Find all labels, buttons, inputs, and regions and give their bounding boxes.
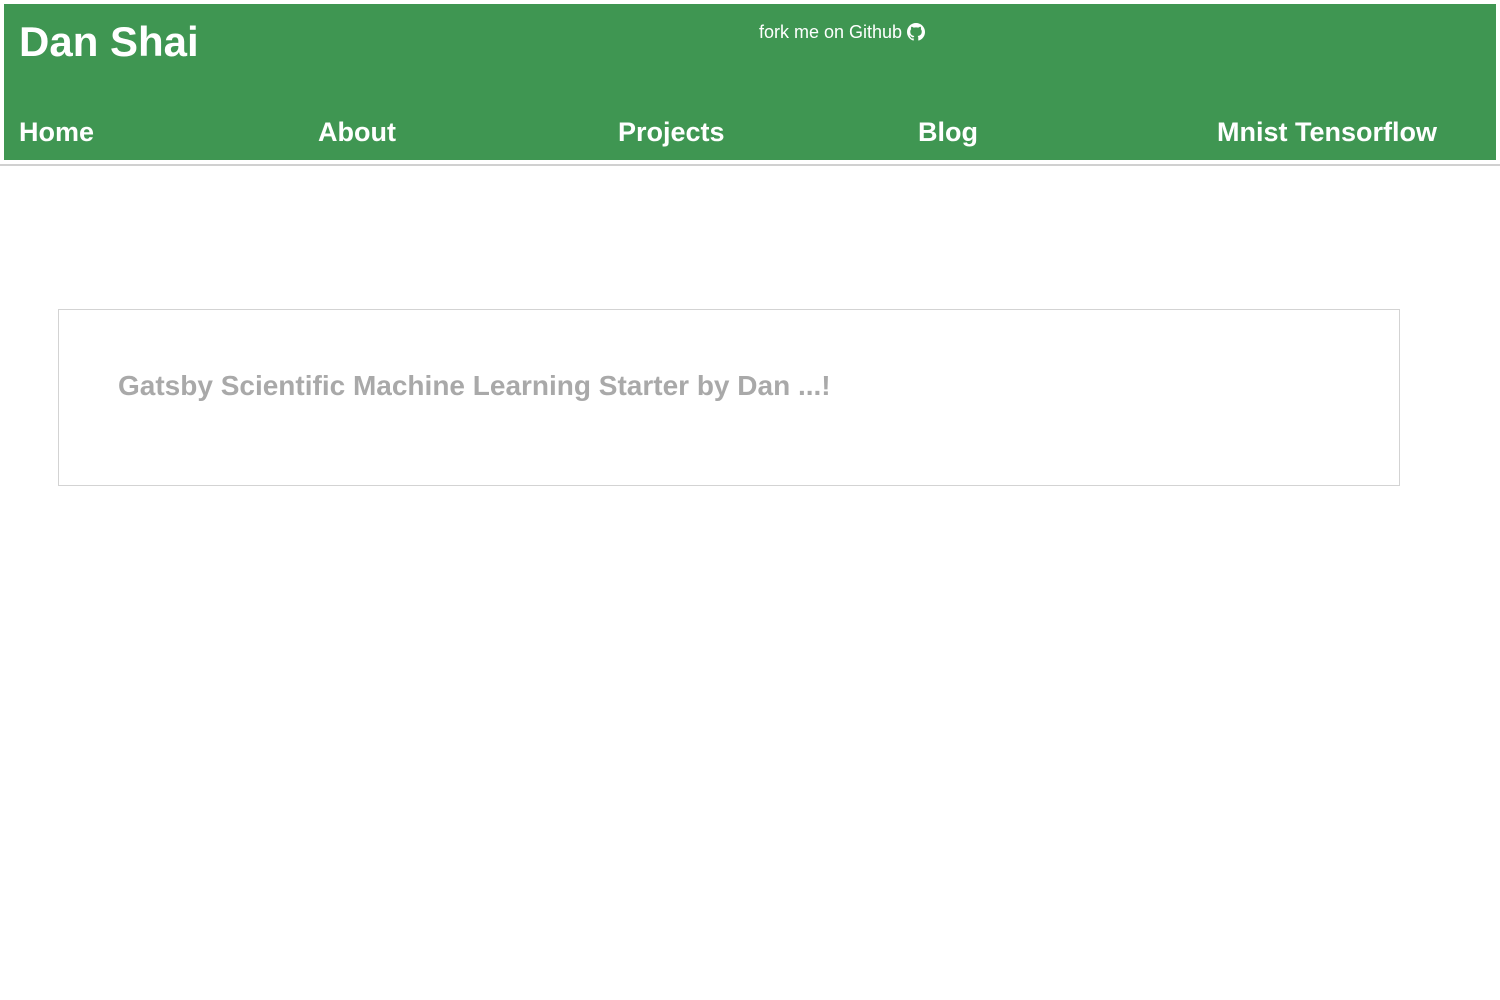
nav-item-about[interactable]: About [318,114,396,150]
nav-item-projects[interactable]: Projects [618,114,725,150]
nav-item-home[interactable]: Home [19,114,94,150]
nav-item-blog[interactable]: Blog [918,114,978,150]
nav-item-mnist-tensorflow[interactable]: Mnist Tensorflow [1217,114,1437,150]
site-header: Dan Shai fork me on Github Home About Pr… [4,4,1496,160]
fork-on-github-link[interactable]: fork me on Github [759,22,926,42]
post-title-link[interactable]: Gatsby Scientific Machine Learning Start… [118,368,831,404]
header-divider [0,164,1500,166]
main-nav: Home About Projects Blog Mnist Tensorflo… [4,114,1496,150]
site-title-link[interactable]: Dan Shai [19,20,199,64]
post-card: Gatsby Scientific Machine Learning Start… [58,309,1400,486]
fork-link-label: fork me on Github [759,22,903,42]
github-icon [907,23,926,41]
